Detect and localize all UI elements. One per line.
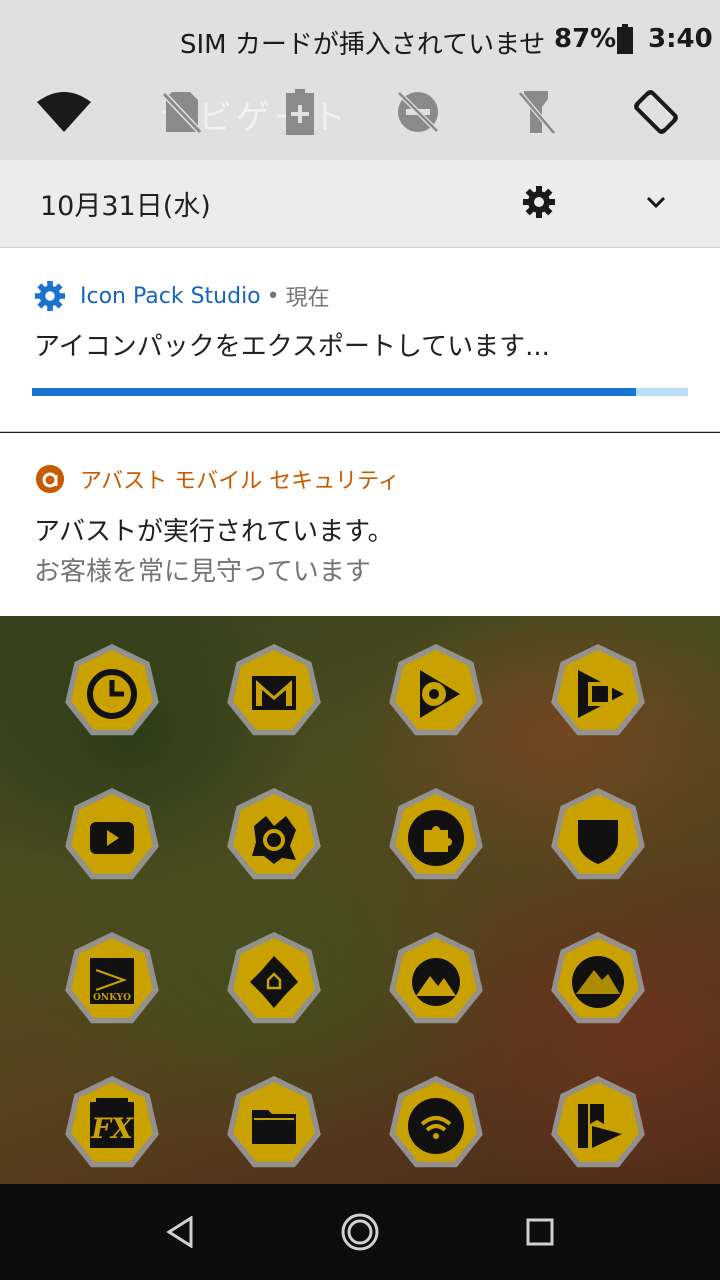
do-not-disturb-icon[interactable]: [390, 84, 446, 140]
quick-settings-footer: 10月31日(水): [0, 160, 720, 248]
notification-header: Icon Pack Studio • 現在: [34, 280, 330, 312]
wifi-icon[interactable]: [386, 1074, 486, 1174]
shield-icon[interactable]: [548, 786, 648, 886]
fx-label: FX: [91, 1112, 133, 1145]
landscape-icon[interactable]: [548, 930, 648, 1030]
onkyo-label: ONKYO: [93, 993, 131, 1003]
quick-settings-panel: SIM カードが挿入されていません 87% 3:40 ナビゲート 10月31日(…: [0, 0, 720, 248]
notification-icon-pack-studio[interactable]: Icon Pack Studio • 現在 アイコンパックをエクスポートしていま…: [0, 248, 720, 432]
clock-icon[interactable]: [62, 642, 162, 742]
battery-saver-icon[interactable]: [272, 84, 328, 140]
notification-avast[interactable]: アバスト モバイル セキュリティ アバストが実行されています。 お客様を常に見守…: [0, 433, 720, 616]
avast-icon: [34, 463, 66, 495]
notification-app-name: Icon Pack Studio: [80, 283, 261, 309]
navigation-icon[interactable]: [224, 930, 324, 1030]
gear-icon[interactable]: [522, 185, 556, 219]
status-bar: SIM カードが挿入されていません 87% 3:40: [0, 0, 720, 80]
home-icon[interactable]: [336, 1208, 384, 1256]
navigation-bar: [0, 1184, 720, 1280]
folder-icon[interactable]: [224, 1074, 324, 1174]
notification-header: アバスト モバイル セキュリティ: [34, 463, 400, 495]
play-books-icon[interactable]: [548, 1074, 648, 1174]
onkyo-icon[interactable]: ONKYO: [62, 930, 162, 1030]
sim-off-icon[interactable]: [154, 84, 210, 140]
recents-icon[interactable]: [516, 1208, 564, 1256]
notification-title: アバストが実行されています。: [34, 517, 394, 547]
chevron-down-icon[interactable]: [640, 186, 672, 218]
auto-rotate-icon[interactable]: [628, 84, 684, 140]
quick-settings-tiles: [0, 84, 720, 140]
progress-fill: [32, 388, 636, 396]
export-progress-bar: [32, 388, 688, 396]
notification-app-name: アバスト モバイル セキュリティ: [80, 469, 400, 494]
battery-icon: [617, 24, 633, 54]
battery-percent: 87%: [554, 24, 617, 54]
home-screen-icons: ONKYO FX: [0, 616, 720, 1184]
youtube-icon[interactable]: [62, 786, 162, 886]
carrier-status: SIM カードが挿入されていません: [180, 30, 545, 60]
mountain-icon[interactable]: [386, 930, 486, 1030]
fx-icon[interactable]: FX: [62, 1074, 162, 1174]
play-movies-icon[interactable]: [548, 642, 648, 742]
wifi-icon[interactable]: [36, 84, 92, 140]
notification-subtitle: お客様を常に見守っています: [34, 557, 371, 587]
notification-time: 現在: [285, 286, 330, 311]
gear-icon: [34, 280, 66, 312]
puzzle-icon[interactable]: [386, 786, 486, 886]
play-music-icon[interactable]: [386, 642, 486, 742]
avast-icon[interactable]: [224, 786, 324, 886]
separator-dot: •: [266, 283, 280, 309]
date-label: 10月31日(水): [40, 191, 211, 222]
flashlight-off-icon[interactable]: [508, 84, 564, 140]
gmail-icon[interactable]: [224, 642, 324, 742]
back-icon[interactable]: [156, 1208, 204, 1256]
notification-title: アイコンパックをエクスポートしています...: [34, 332, 550, 362]
clock-time: 3:40: [648, 24, 713, 54]
